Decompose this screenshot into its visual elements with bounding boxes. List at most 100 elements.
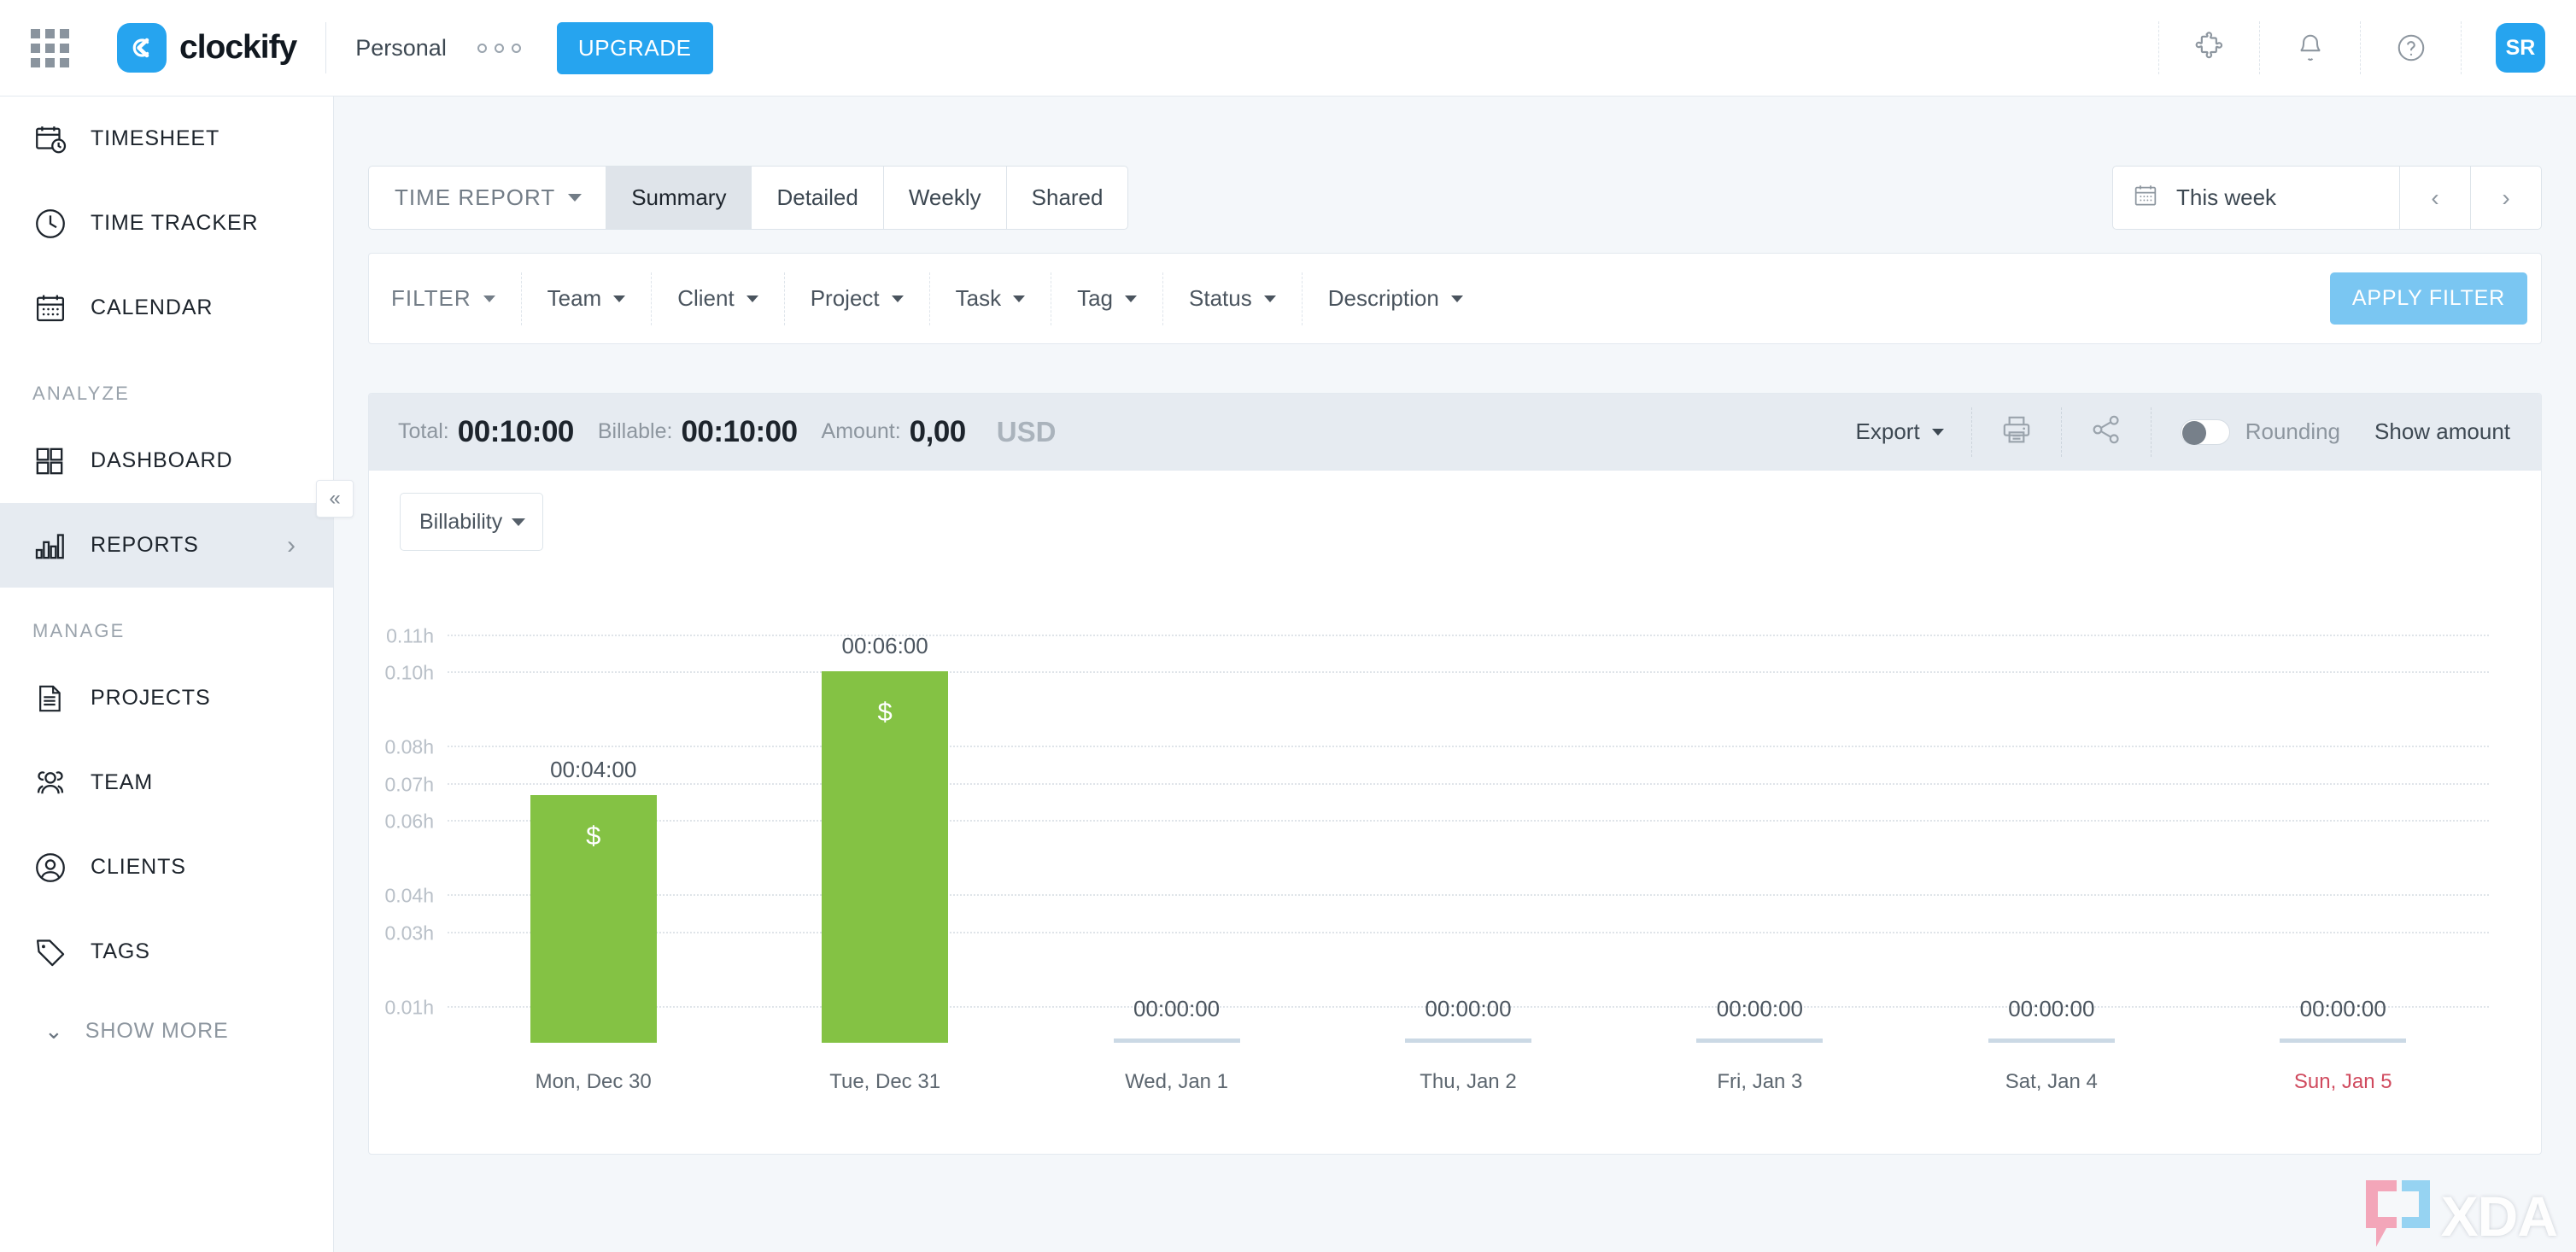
chevron-down-icon (512, 518, 525, 526)
collapse-left-icon[interactable]: « (316, 480, 354, 518)
sidebar-item-label: CALENDAR (91, 295, 214, 319)
billability-dropdown[interactable]: Billability (400, 493, 543, 551)
sidebar-item-calendar[interactable]: CALENDAR (0, 266, 333, 350)
chart-bar-empty[interactable] (1696, 1038, 1824, 1043)
tab-shared[interactable]: Shared (1005, 166, 1129, 230)
x-axis-tick-label: Sat, Jan 4 (2005, 1070, 2098, 1093)
date-range-picker: This week ‹ › (2112, 166, 2542, 230)
clock-icon (32, 206, 79, 242)
calendar-icon (2132, 182, 2159, 214)
billability-label: Billability (419, 509, 503, 534)
filter-tag[interactable]: Tag (1051, 272, 1164, 325)
export-dropdown[interactable]: Export (1829, 407, 1972, 457)
sidebar-item-clients[interactable]: CLIENTS (0, 825, 333, 910)
date-prev-button[interactable]: ‹ (2400, 166, 2471, 230)
sidebar-item-label: PROJECTS (91, 686, 211, 710)
y-axis-tick-label: 0.04h (384, 884, 434, 907)
three-dots-icon[interactable] (477, 43, 521, 53)
bar-value-label: 00:00:00 (2299, 996, 2386, 1021)
timesheet-icon (32, 121, 79, 157)
upgrade-button[interactable]: UPGRADE (556, 21, 713, 74)
sidebar-item-team[interactable]: TEAM (0, 740, 333, 825)
amount-value: 0,00 (909, 414, 967, 448)
rounding-toggle[interactable]: Rounding (2152, 418, 2366, 445)
chart-bar-column: 00:06:00 $ Tue, Dec 31 (739, 616, 1030, 1093)
date-range-button[interactable]: This week (2112, 166, 2400, 230)
report-toolbar: Export Rounding Show amount (1829, 394, 2541, 471)
sidebar-show-more[interactable]: ⌄ SHOW MORE (0, 994, 333, 1068)
chart-bar-empty[interactable] (1988, 1038, 2115, 1043)
sidebar-item-dashboard[interactable]: DASHBOARD (0, 418, 333, 503)
x-axis-tick-label: Tue, Dec 31 (829, 1070, 941, 1093)
y-axis-tick-label: 0.06h (384, 810, 434, 833)
y-axis-tick-label: 0.03h (384, 921, 434, 945)
tab-summary[interactable]: Summary (606, 166, 752, 230)
toggle-switch (2180, 418, 2230, 445)
chevron-down-icon (1931, 428, 1944, 436)
billable-label: Billable: (597, 419, 673, 443)
avatar[interactable]: SR (2496, 23, 2545, 73)
sidebar-item-reports[interactable]: REPORTS › (0, 503, 333, 588)
share-button[interactable] (2062, 407, 2152, 457)
total-value: 00:10:00 (457, 414, 575, 448)
sidebar-item-label: TEAM (91, 770, 154, 794)
sidebar: TIMESHEET TIME TRACKER CALENDAR ANALYZE … (0, 97, 334, 1252)
filter-dropdown[interactable]: FILTER (369, 272, 522, 325)
top-bar: clockify Personal UPGRADE SR (0, 0, 2576, 97)
xda-logo-icon (2365, 1180, 2433, 1247)
tab-weekly[interactable]: Weekly (882, 166, 1006, 230)
chart-bar-empty[interactable] (1113, 1038, 1240, 1043)
help-icon[interactable] (2360, 21, 2461, 74)
date-next-button[interactable]: › (2471, 166, 2542, 230)
chevron-down-icon (483, 295, 495, 302)
document-icon (32, 682, 79, 716)
tab-detailed[interactable]: Detailed (751, 166, 883, 230)
sidebar-group-analyze: ANALYZE (32, 383, 131, 404)
reports-bar-icon (32, 529, 79, 563)
chevron-down-icon (568, 194, 583, 202)
sidebar-item-timesheet[interactable]: TIMESHEET (0, 97, 333, 181)
chevron-down-icon (1125, 295, 1138, 302)
filter-team[interactable]: Team (522, 272, 653, 325)
chart-bar-empty[interactable] (1404, 1038, 1531, 1043)
filter-item-label: Description (1327, 285, 1439, 311)
bell-icon[interactable] (2259, 21, 2360, 74)
chevron-down-icon: ⌄ (44, 1017, 63, 1044)
chart-bar[interactable]: $ (530, 795, 657, 1043)
filter-client[interactable]: Client (652, 272, 785, 325)
chart-bar[interactable]: $ (822, 671, 949, 1043)
bar-value-label: 00:00:00 (1716, 996, 1803, 1021)
apply-filter-button[interactable]: APPLY FILTER (2329, 272, 2527, 325)
bar-value-label: 00:06:00 (841, 633, 928, 659)
grid-apps-icon[interactable] (31, 28, 69, 67)
chart-plot-area: 0.11h 0.10h 0.08h 0.07h 0.06h 0.04h 0.03h 0.01h… (384, 616, 2489, 1093)
sidebar-item-time-tracker[interactable]: TIME TRACKER (0, 181, 333, 266)
report-type-dropdown[interactable]: TIME REPORT (368, 166, 606, 230)
brand-logo[interactable]: clockify (117, 23, 297, 73)
chart-bar-column: 00:04:00 $ Mon, Dec 30 (448, 616, 739, 1093)
sidebar-item-label: REPORTS (91, 533, 199, 557)
xda-watermark: XDA (2365, 1180, 2558, 1247)
bar-value-label: 00:00:00 (1425, 996, 1512, 1021)
puzzle-icon[interactable] (2158, 21, 2259, 74)
filter-project[interactable]: Project (785, 272, 930, 325)
filter-task[interactable]: Task (930, 272, 1052, 325)
x-axis-tick-label: Thu, Jan 2 (1420, 1070, 1517, 1093)
chart-bar-column: 00:00:00 Fri, Jan 3 (1614, 616, 1906, 1093)
rounding-label: Rounding (2245, 418, 2341, 444)
sidebar-item-projects[interactable]: PROJECTS (0, 656, 333, 740)
y-axis-tick-label: 0.10h (384, 661, 434, 684)
show-amount-dropdown[interactable]: Show amount (2366, 418, 2541, 445)
filter-description[interactable]: Description (1303, 272, 1489, 325)
filter-status[interactable]: Status (1163, 272, 1303, 325)
filter-item-label: Task (955, 285, 1002, 311)
workspace-name[interactable]: Personal (355, 35, 447, 61)
print-button[interactable] (1972, 407, 2062, 457)
sidebar-item-tags[interactable]: TAGS (0, 910, 333, 994)
bar-value-label: 00:00:00 (1133, 996, 1221, 1021)
filter-bar: FILTER Team Client Project Task Tag Stat… (368, 253, 2542, 344)
printer-icon (1999, 412, 2034, 451)
calendar-icon (32, 290, 79, 326)
chart-bar-empty[interactable] (2280, 1038, 2407, 1043)
bar-value-label: 00:00:00 (2008, 996, 2095, 1021)
